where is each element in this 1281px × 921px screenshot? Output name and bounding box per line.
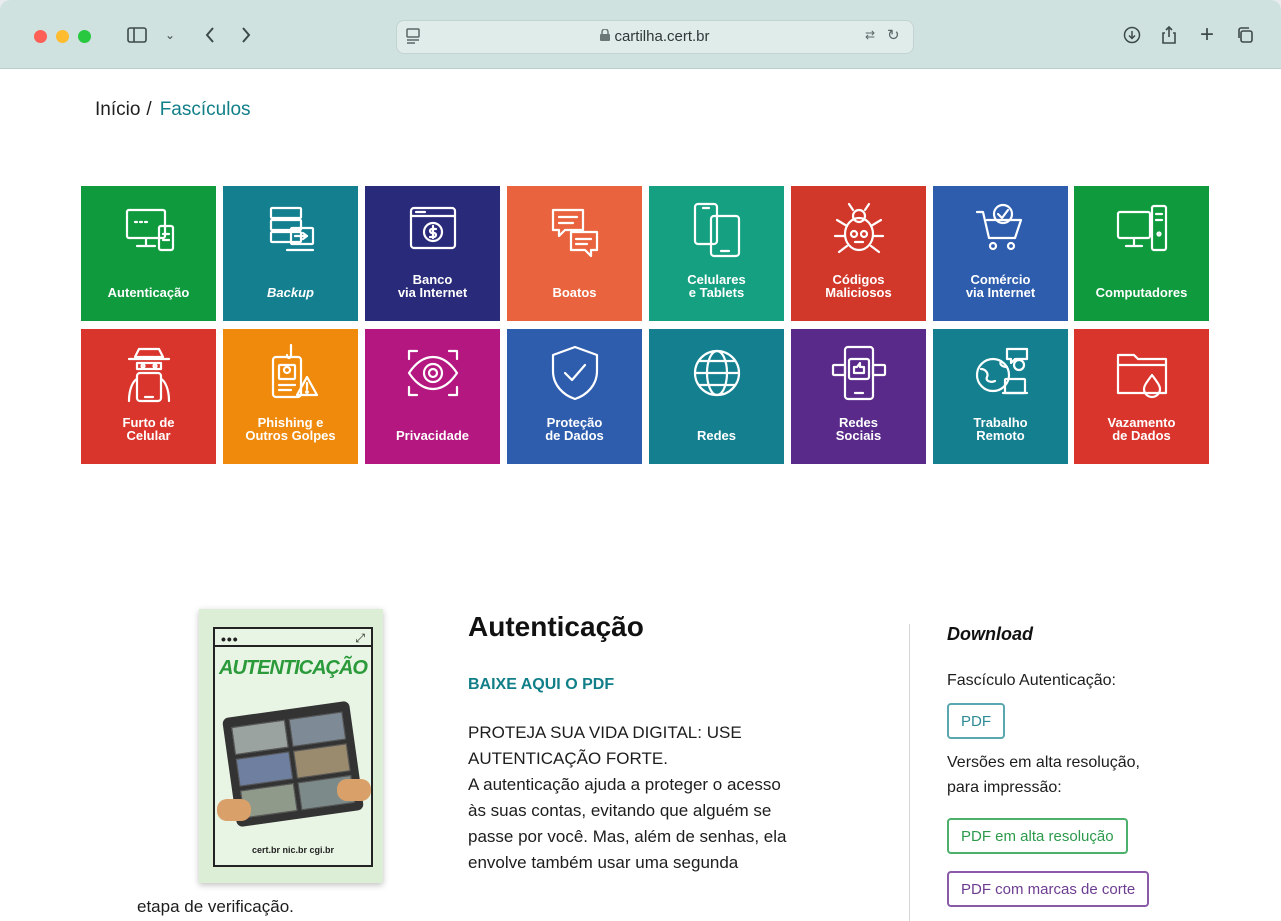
back-icon[interactable] <box>200 22 220 48</box>
remote-work-icon <box>971 343 1031 408</box>
lock-icon <box>600 28 611 45</box>
download-pdf-link[interactable]: BAIXE AQUI O PDF <box>468 676 614 694</box>
tile-label: Backup <box>267 285 314 300</box>
cover-title: AUTENTICAÇÃO <box>219 657 368 679</box>
tile-remote-work[interactable]: Trabalho Remoto <box>933 329 1068 464</box>
social-phone-icon <box>829 343 889 408</box>
tile-label: Banco via Internet <box>397 272 468 300</box>
pdf-crop-marks-button[interactable]: PDF com marcas de corte <box>947 871 1150 907</box>
download-label-print: Versões em alta resolução, para impressã… <box>947 754 1140 796</box>
article-title: Autenticação <box>468 611 644 642</box>
tile-folder-leak[interactable]: Vazamento de Dados <box>1074 329 1209 464</box>
cover-expand-icon: ⤢ <box>355 631 365 645</box>
tile-phishing-phone[interactable]: Phishing e Outros Golpes <box>223 329 358 464</box>
download-title: Download <box>947 624 1033 644</box>
browser-toolbar: ⌄ cartilha.cert.br ⇄ ↻ + <box>0 0 1281 69</box>
tile-label: Comércio via Internet <box>965 272 1036 300</box>
tile-shopping-cart[interactable]: Comércio via Internet <box>933 186 1068 321</box>
download-label-pdf: Fascículo Autenticação: <box>947 672 1116 689</box>
tile-label: Autenticação <box>107 285 190 300</box>
hand-left <box>217 799 251 821</box>
article-line: envolve também usar uma segunda <box>468 853 739 872</box>
breadcrumb-separator: / <box>146 99 152 120</box>
desktop-computer-icon <box>1112 200 1172 265</box>
chevron-down-icon[interactable]: ⌄ <box>162 22 178 48</box>
shield-check-icon <box>545 343 605 408</box>
tile-thief-phone[interactable]: Furto de Celular <box>81 329 216 464</box>
translate-icon[interactable]: ⇄ <box>865 28 875 42</box>
tile-label: Phishing e Outros Golpes <box>245 415 336 443</box>
tile-phone-tablet[interactable]: Celulares e Tablets <box>649 186 784 321</box>
chat-bubbles-icon <box>545 200 605 265</box>
article-line: passe por você. Mas, além de senhas, ela <box>468 827 787 846</box>
breadcrumb-current[interactable]: Fascículos <box>160 99 251 120</box>
tile-bug-skull[interactable]: Códigos Maliciosos <box>791 186 926 321</box>
sidebar-toggle-icon[interactable] <box>124 22 150 48</box>
phishing-phone-icon <box>261 343 321 408</box>
tile-label: Redes Sociais <box>835 415 882 443</box>
breadcrumb: Início / Fascículos <box>95 99 251 121</box>
tile-chat-bubbles[interactable]: Boatos <box>507 186 642 321</box>
login-screen-icon <box>119 200 179 265</box>
backup-server-icon <box>261 200 321 265</box>
eye-icon <box>403 343 463 408</box>
address-bar[interactable]: cartilha.cert.br ⇄ ↻ <box>396 20 914 54</box>
tile-label: Códigos Maliciosos <box>825 272 892 300</box>
article-overflow-line: etapa de verificação. <box>137 897 294 916</box>
article-line: AUTENTICAÇÃO FORTE. <box>468 749 668 768</box>
tabs-overview-icon[interactable] <box>1234 22 1256 48</box>
close-window-button[interactable] <box>34 30 47 43</box>
phone-tablet-icon <box>687 200 747 265</box>
hand-right <box>337 779 371 801</box>
tile-label: Redes <box>696 428 737 443</box>
cover-frame: ••• ⤢ AUTENTICAÇÃO cert.br nic.br cgi.br <box>213 627 373 867</box>
bank-window-icon <box>403 200 463 265</box>
tile-label: Computadores <box>1095 285 1188 300</box>
shopping-cart-icon <box>971 200 1031 265</box>
tile-backup-server[interactable]: Backup <box>223 186 358 321</box>
tile-eye[interactable]: Privacidade <box>365 329 500 464</box>
download-icon[interactable] <box>1121 22 1143 48</box>
article-body: PROTEJA SUA VIDA DIGITAL: USE AUTENTICAÇ… <box>468 720 888 876</box>
tile-login-screen[interactable]: Autenticação <box>81 186 216 321</box>
tile-label: Privacidade <box>396 428 469 443</box>
thief-phone-icon <box>119 343 179 408</box>
bug-skull-icon <box>829 200 889 265</box>
article-line: às suas contas, evitando que alguém se <box>468 801 772 820</box>
url-text: cartilha.cert.br <box>614 28 710 45</box>
article-line: A autenticação ajuda a proteger o acesso <box>468 775 781 794</box>
tile-label: Furto de Celular <box>122 415 175 443</box>
tile-label: Trabalho Remoto <box>973 415 1028 443</box>
pdf-high-res-button[interactable]: PDF em alta resolução <box>947 818 1128 854</box>
new-tab-icon[interactable]: + <box>1196 21 1218 48</box>
tile-label: Proteção de Dados <box>545 415 604 443</box>
reload-icon[interactable]: ↻ <box>887 26 900 44</box>
tile-label: Boatos <box>552 285 597 300</box>
tile-desktop-computer[interactable]: Computadores <box>1074 186 1209 321</box>
breadcrumb-home[interactable]: Início <box>95 99 140 120</box>
pdf-button[interactable]: PDF <box>947 703 1005 739</box>
cover-footer: cert.br nic.br cgi.br <box>251 845 335 855</box>
tile-globe[interactable]: Redes <box>649 329 784 464</box>
divider <box>909 624 910 921</box>
booklet-cover[interactable]: ••• ⤢ AUTENTICAÇÃO cert.br nic.br cgi.br <box>199 609 383 883</box>
tile-bank-window[interactable]: Banco via Internet <box>365 186 500 321</box>
minimize-window-button[interactable] <box>56 30 69 43</box>
globe-icon <box>687 343 747 408</box>
zoom-window-button[interactable] <box>78 30 91 43</box>
browser-window: ⌄ cartilha.cert.br ⇄ ↻ + Início / Fascíc… <box>0 0 1281 921</box>
tile-social-phone[interactable]: Redes Sociais <box>791 329 926 464</box>
share-icon[interactable] <box>1158 22 1180 48</box>
article-line: PROTEJA SUA VIDA DIGITAL: USE <box>468 723 742 742</box>
folder-leak-icon <box>1112 343 1172 408</box>
tile-label: Celulares e Tablets <box>687 272 746 300</box>
tile-shield-check[interactable]: Proteção de Dados <box>507 329 642 464</box>
tile-label: Vazamento de Dados <box>1107 415 1176 443</box>
forward-icon[interactable] <box>236 22 256 48</box>
